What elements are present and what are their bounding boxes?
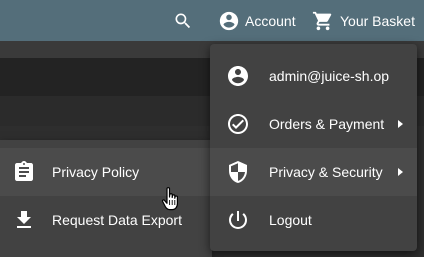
basket-button[interactable]: Your Basket bbox=[312, 0, 415, 41]
account-circle-icon bbox=[219, 11, 239, 30]
search-button[interactable] bbox=[171, 0, 195, 41]
menu-item-label: Request Data Export bbox=[52, 212, 182, 228]
menu-item-privacy-security[interactable]: Privacy & Security bbox=[210, 148, 417, 196]
menu-item-logout[interactable]: Logout bbox=[210, 196, 417, 244]
submenu-arrow-icon bbox=[398, 168, 403, 176]
privacy-submenu: Privacy Policy Request Data Export bbox=[0, 140, 212, 257]
power-icon bbox=[229, 211, 247, 229]
submenu-arrow-icon bbox=[398, 120, 403, 128]
account-button[interactable]: Account bbox=[218, 0, 296, 41]
menu-item-user-email[interactable]: admin@juice-sh.op bbox=[210, 52, 417, 100]
account-menu: admin@juice-sh.op Orders & Payment Priva… bbox=[210, 44, 417, 251]
check-circle-icon bbox=[228, 114, 248, 134]
menu-item-label: Privacy Policy bbox=[52, 164, 140, 180]
account-circle-icon bbox=[228, 66, 248, 86]
menu-item-privacy-policy[interactable]: Privacy Policy bbox=[0, 148, 212, 196]
menu-item-orders-payment[interactable]: Orders & Payment bbox=[210, 100, 417, 148]
basket-label: Your Basket bbox=[340, 12, 415, 29]
menu-item-label: Orders & Payment bbox=[269, 116, 385, 132]
shield-icon bbox=[229, 161, 247, 183]
menu-item-label: admin@juice-sh.op bbox=[269, 68, 390, 84]
account-label: Account bbox=[245, 12, 296, 29]
shopping-cart-icon bbox=[312, 11, 332, 30]
menu-item-label: Logout bbox=[269, 212, 312, 228]
menu-item-label: Privacy & Security bbox=[269, 164, 383, 180]
menu-item-request-data-export[interactable]: Request Data Export bbox=[0, 196, 212, 244]
clipboard-icon bbox=[15, 161, 33, 181]
download-icon bbox=[17, 211, 31, 228]
top-toolbar: Account Your Basket bbox=[0, 0, 424, 41]
search-icon bbox=[175, 13, 191, 28]
